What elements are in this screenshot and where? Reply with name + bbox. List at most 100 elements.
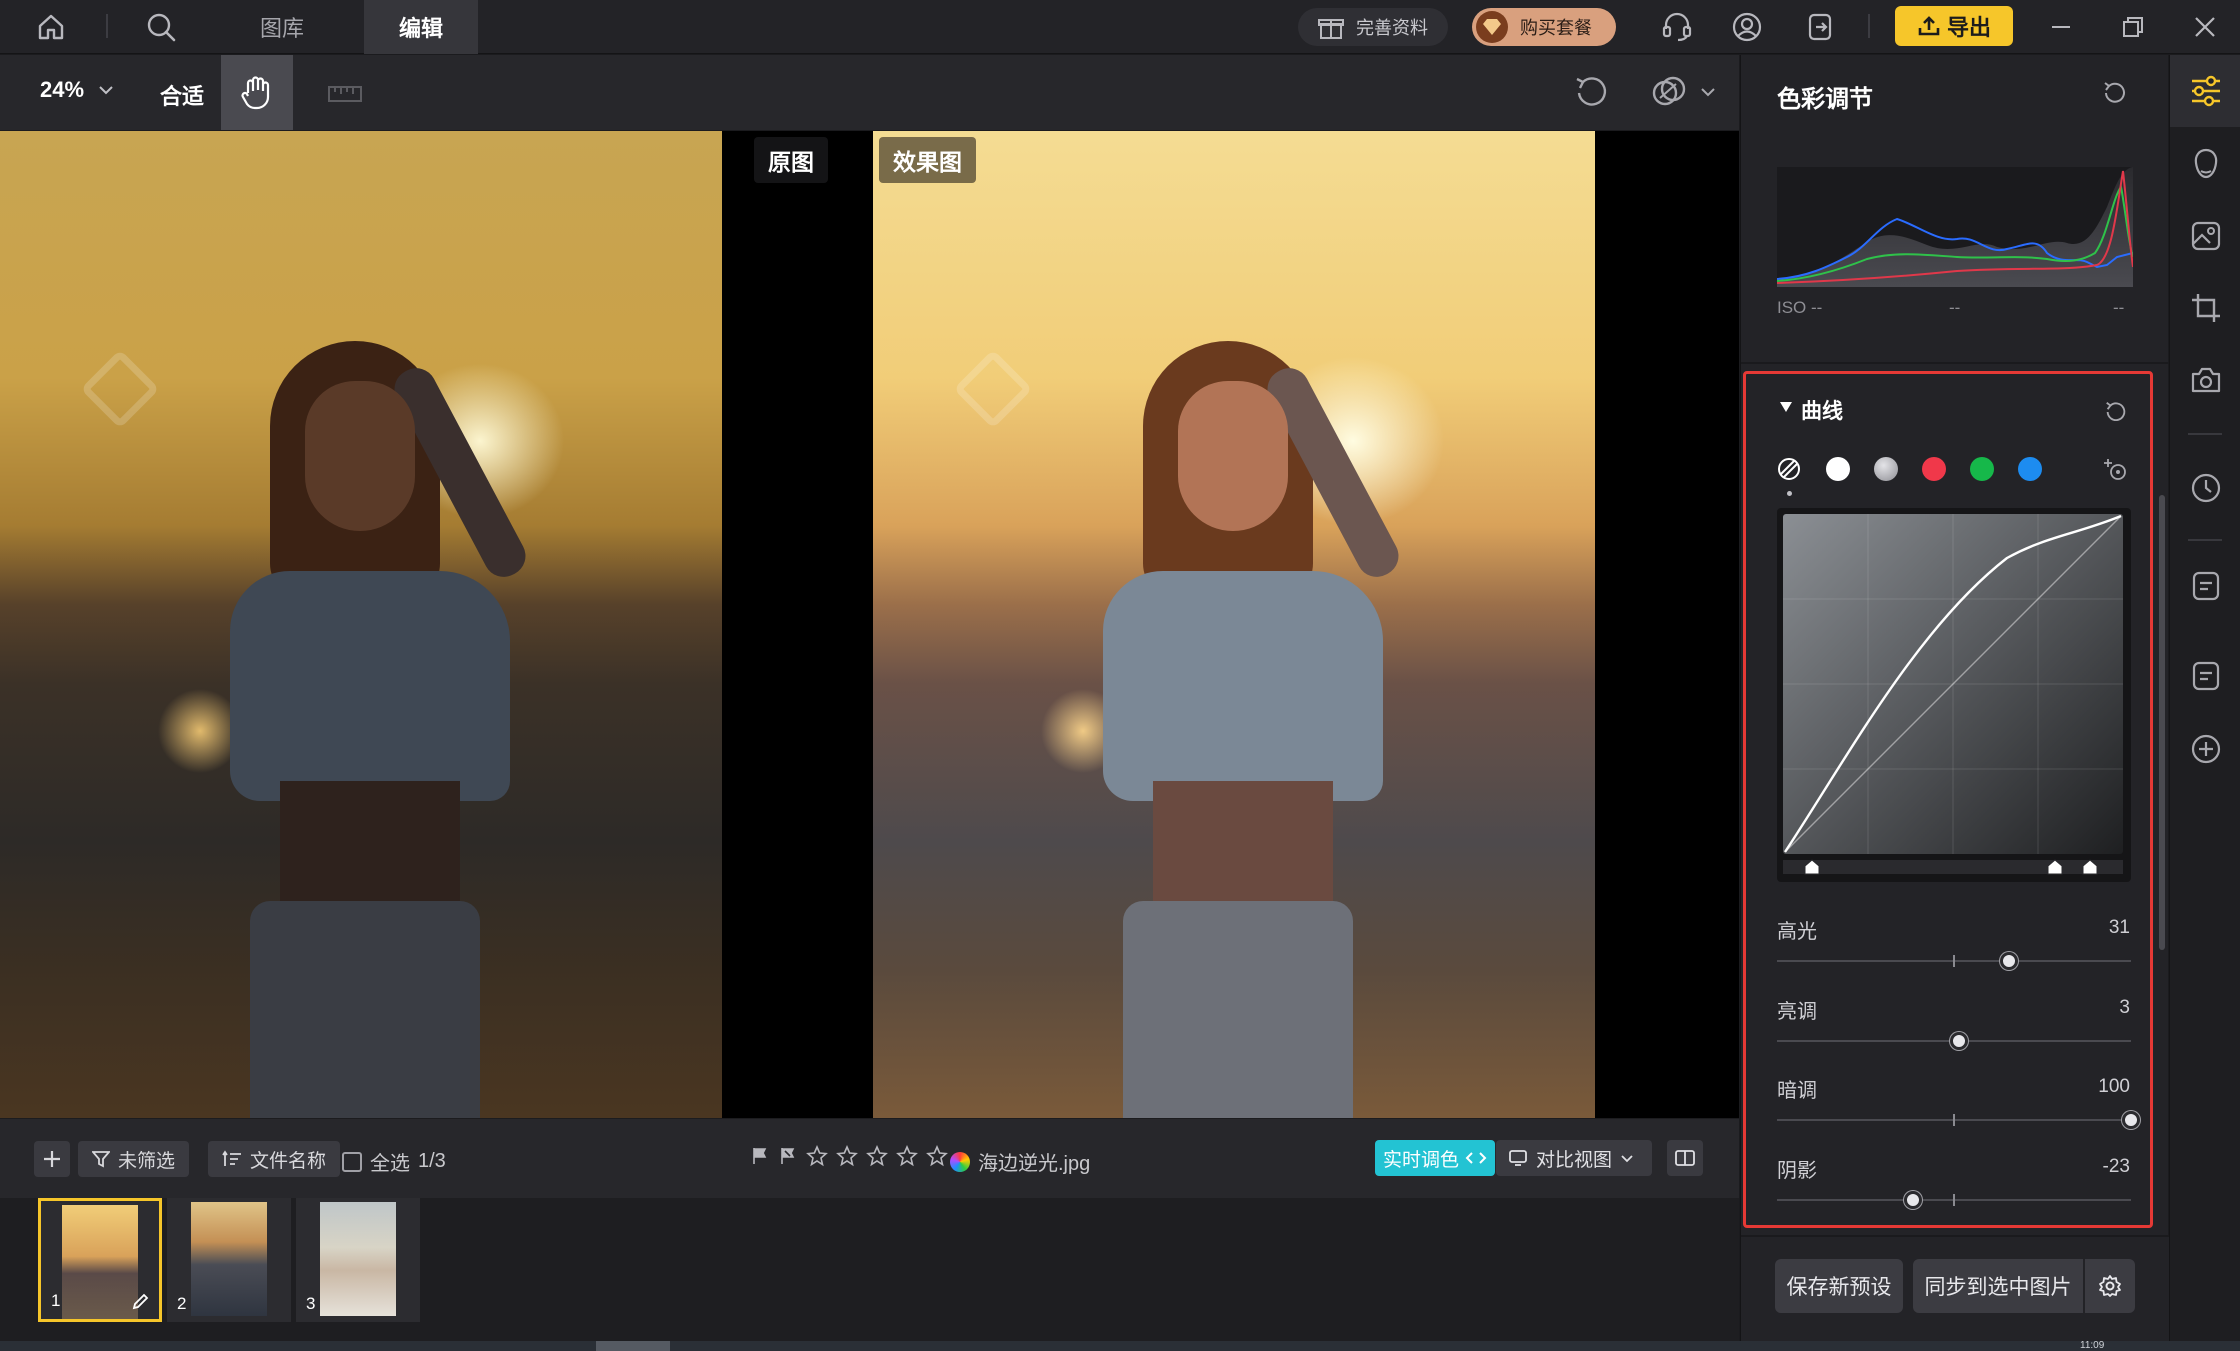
hand-tool-button[interactable] — [221, 55, 293, 130]
curve-channel-gray[interactable] — [1874, 457, 1898, 481]
flag-icon[interactable] — [750, 1146, 770, 1166]
sort-icon — [222, 1150, 241, 1166]
image-adjust-icon[interactable] — [2180, 210, 2232, 262]
export-label: 导出 — [1946, 15, 1991, 40]
highlights-label: 高光 — [1777, 921, 1817, 943]
reset-icon[interactable] — [2101, 79, 2129, 107]
reset-icon[interactable] — [2103, 399, 2129, 425]
sign-out-icon[interactable] — [1794, 0, 1848, 54]
star-icon[interactable] — [836, 1145, 858, 1167]
horizontal-scrollbar[interactable] — [596, 1341, 670, 1351]
iso-readout: ISO -- — [1777, 298, 1823, 317]
sort-button[interactable]: 文件名称 — [208, 1141, 341, 1177]
home-icon[interactable] — [24, 0, 78, 54]
chevron-down-icon — [99, 86, 113, 95]
sync-selected-button[interactable]: 同步到选中图片 — [1913, 1259, 2083, 1313]
star-icon[interactable] — [806, 1145, 828, 1167]
curve-channel-blue[interactable] — [2018, 457, 2042, 481]
tab-library[interactable]: 图库 — [230, 0, 334, 54]
curve-channel-composite-icon[interactable] — [1777, 457, 1801, 481]
hand-icon — [241, 75, 270, 109]
filmstrip: 1 2 3 — [0, 1198, 1739, 1341]
thumbnail-number: 3 — [306, 1294, 316, 1313]
color-adjust-sliders-icon[interactable] — [2170, 55, 2240, 127]
portrait-retouch-icon[interactable] — [2180, 138, 2232, 190]
selection-count: 1/3 — [418, 1150, 446, 1172]
gift-icon — [1318, 19, 1344, 39]
curve-channel-green[interactable] — [1970, 457, 1994, 481]
color-adjust-panel: 色彩调节 ISO -- -- -- 曲线 高光 31 亮调 3 暗调 100 阴… — [1740, 55, 2169, 1341]
complete-profile-button[interactable]: 完善资料 — [1298, 8, 1448, 46]
subject-figure — [1083, 341, 1406, 1118]
live-color-label: 实时调色 — [1383, 1149, 1460, 1171]
star-icon[interactable] — [926, 1145, 948, 1167]
search-icon[interactable] — [134, 0, 188, 54]
tool-rail — [2169, 55, 2240, 1341]
star-icon[interactable] — [866, 1145, 888, 1167]
add-photo-button[interactable] — [34, 1141, 70, 1177]
top-bar: 图库 编辑 完善资料 购买套餐 导出 — [0, 0, 2240, 54]
headset-icon[interactable] — [1650, 0, 1704, 54]
lights-value: 3 — [2119, 997, 2130, 1018]
darks-label: 暗调 — [1777, 1080, 1817, 1102]
export-button[interactable]: 导出 — [1895, 6, 2013, 46]
exposure-readout: -- — [1949, 298, 1961, 317]
presets-icon[interactable] — [2180, 650, 2232, 702]
watermark-logo — [80, 349, 160, 429]
live-color-button[interactable]: 实时调色 — [1375, 1140, 1496, 1176]
sync-settings-button[interactable] — [2085, 1259, 2135, 1313]
minimize-icon[interactable] — [2034, 0, 2088, 54]
subject-figure — [210, 341, 533, 1118]
camera-icon[interactable] — [2180, 354, 2232, 406]
add-circle-icon[interactable] — [2180, 723, 2232, 775]
undo-icon[interactable] — [1567, 67, 1617, 117]
file-name: 海边逆光.jpg — [950, 1147, 1090, 1176]
panel-footer: 保存新预设 同步到选中图片 — [1741, 1235, 2169, 1341]
add-point-target-icon[interactable] — [2103, 457, 2129, 483]
notes-icon[interactable] — [2180, 560, 2232, 612]
monitor-icon — [1509, 1150, 1527, 1166]
zoom-dropdown[interactable]: 24% — [40, 77, 114, 103]
color-label-icon[interactable] — [950, 1151, 970, 1172]
darks-slider-knob[interactable] — [2122, 1111, 2140, 1129]
original-photo — [0, 131, 722, 1118]
panel-scrollbar[interactable] — [2159, 495, 2165, 950]
split-view-button[interactable] — [1667, 1140, 1703, 1176]
user-icon[interactable] — [1720, 0, 1774, 54]
select-all-checkbox[interactable]: 全选 1/3 — [342, 1147, 446, 1176]
restore-icon[interactable] — [2106, 0, 2160, 54]
compare-overlay-icon[interactable] — [1644, 67, 1694, 117]
ruler-tool-button[interactable] — [318, 55, 372, 130]
shadows-label: 阴影 — [1777, 1160, 1817, 1182]
diamond-icon — [1476, 11, 1508, 43]
curve-channel-white[interactable] — [1826, 457, 1850, 481]
star-icon[interactable] — [896, 1145, 918, 1167]
highlights-value: 31 — [2108, 917, 2130, 938]
collapse-triangle-icon[interactable] — [1779, 401, 1793, 413]
reject-flag-icon[interactable] — [778, 1146, 798, 1166]
curve-editor[interactable] — [1777, 508, 2131, 882]
checkbox-icon — [342, 1151, 362, 1172]
fit-button[interactable]: 合适 — [160, 79, 204, 111]
crop-icon[interactable] — [2180, 282, 2232, 334]
view-mode-dropdown[interactable]: 对比视图 — [1496, 1140, 1652, 1176]
close-icon[interactable] — [2178, 0, 2232, 54]
highlights-slider-knob[interactable] — [1999, 952, 2018, 970]
filter-button[interactable]: 未筛选 — [78, 1141, 190, 1177]
darks-value: 100 — [2098, 1076, 2130, 1097]
curve-channel-red[interactable] — [1922, 457, 1946, 481]
filter-icon — [92, 1151, 110, 1168]
result-label: 效果图 — [879, 137, 976, 183]
thumbnail[interactable]: 1 — [38, 1198, 162, 1322]
history-clock-icon[interactable] — [2180, 462, 2232, 514]
ruler-icon — [328, 85, 362, 102]
result-photo — [873, 131, 1595, 1118]
buy-package-button[interactable]: 购买套餐 — [1472, 8, 1616, 46]
editor-toolbar: 24% 合适 — [0, 55, 1739, 130]
save-preset-button[interactable]: 保存新预设 — [1775, 1259, 1903, 1313]
image-canvas[interactable]: 原图 效果图 — [0, 131, 1739, 1118]
thumbnail[interactable]: 2 — [167, 1198, 291, 1322]
thumbnail[interactable]: 3 — [296, 1198, 420, 1322]
tab-edit[interactable]: 编辑 — [364, 0, 478, 54]
chevron-down-icon[interactable] — [1688, 67, 1728, 117]
